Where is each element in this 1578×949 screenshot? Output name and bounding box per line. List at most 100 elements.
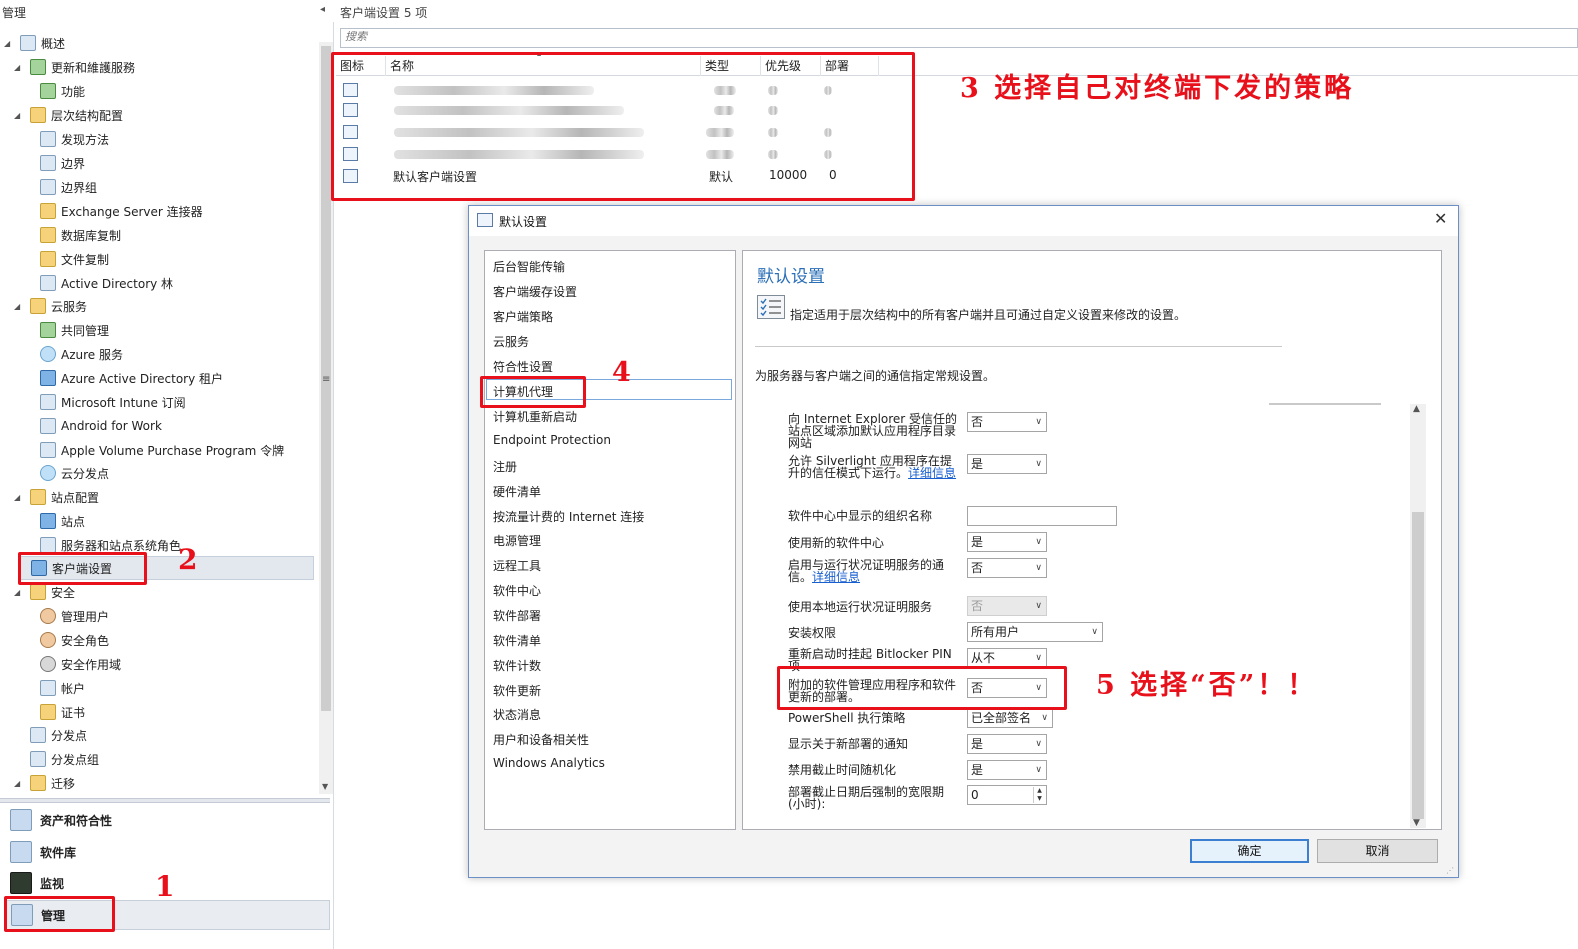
tree-item-co-management[interactable]: 共同管理 (40, 319, 109, 341)
collapse-arrow-icon[interactable]: ◢ (14, 63, 24, 72)
tree-item-apple-vpp-tokens[interactable]: Apple Volume Purchase Program 令牌 (40, 439, 284, 461)
collapse-arrow-icon[interactable]: ◢ (14, 588, 24, 597)
tree-item-accounts[interactable]: 帐户 (40, 677, 85, 699)
workspace-software-library[interactable]: 软件库 (6, 837, 330, 867)
ok-button[interactable]: 确定 (1190, 839, 1309, 863)
tree-item-features[interactable]: 功能 (40, 80, 85, 102)
category-bits[interactable]: 后台智能传输 (493, 258, 565, 275)
tree-item-hierarchy-config[interactable]: ◢ 层次结构配置 (14, 104, 123, 126)
tree-item-servicing[interactable]: ◢ 更新和維護服務 (14, 56, 135, 78)
tree-label: 文件复制 (61, 252, 110, 267)
category-software-inventory[interactable]: 软件清单 (493, 632, 541, 649)
dropdown-value: 否 (971, 415, 984, 429)
monitoring-icon (10, 872, 32, 894)
collapse-arrow-icon[interactable]: ◢ (14, 111, 24, 120)
category-software-updates[interactable]: 软件更新 (493, 682, 541, 699)
details-link[interactable]: 详细信息 (908, 466, 956, 480)
deadline-randomization-dropdown[interactable]: 是 ∨ (967, 760, 1047, 780)
folder-icon (30, 107, 46, 123)
tree-item-file-replication[interactable]: 文件复制 (40, 248, 109, 270)
collapse-pane-icon[interactable]: ◂ (320, 4, 325, 15)
tree-item-sites[interactable]: 站点 (40, 510, 85, 532)
settings-scrollbar-thumb[interactable] (1412, 512, 1424, 819)
collapse-arrow-icon[interactable]: ◢ (14, 302, 24, 311)
tree-item-boundaries[interactable]: 边界 (40, 152, 85, 174)
cancel-button[interactable]: 取消 (1317, 839, 1438, 863)
collapse-arrow-icon[interactable]: ◢ (14, 779, 24, 788)
scroll-down-icon[interactable]: ▼ (1413, 818, 1420, 828)
tree-item-boundary-groups[interactable]: 边界组 (40, 176, 97, 198)
category-enrollment[interactable]: 注册 (493, 458, 517, 475)
workspace-divider[interactable] (0, 798, 330, 803)
tree-item-cloud-distribution-points[interactable]: 云分发点 (40, 462, 109, 484)
category-power-management[interactable]: 电源管理 (493, 532, 541, 549)
details-link[interactable]: 详细信息 (812, 570, 860, 584)
spinner-arrows-icon[interactable]: ▲ ▼ (1033, 787, 1045, 803)
list-title: 客户端设置 5 项 (340, 6, 428, 20)
scroll-up-icon[interactable]: ▲ (1413, 404, 1420, 414)
tree-item-site-config[interactable]: ◢ 站点配置 (14, 486, 99, 508)
category-software-metering[interactable]: 软件计数 (493, 657, 541, 674)
workspace-assets-compliance[interactable]: 资产和符合性 (6, 805, 330, 835)
ie-trusted-sites-dropdown[interactable]: 否 ∨ (967, 412, 1047, 432)
silverlight-dropdown[interactable]: 是 ∨ (967, 454, 1047, 474)
search-input[interactable] (345, 31, 645, 43)
new-deployment-notification-dropdown[interactable]: 是 ∨ (967, 734, 1047, 754)
scope-icon (40, 656, 56, 672)
tree-item-security-roles[interactable]: 安全角色 (40, 629, 109, 651)
category-cloud-services[interactable]: 云服务 (493, 333, 529, 350)
tree-item-android-for-work[interactable]: Android for Work (40, 415, 162, 437)
tree-label: 共同管理 (61, 323, 110, 338)
category-metered-internet[interactable]: 按流量计费的 Internet 连接 (493, 508, 644, 525)
tree-item-exchange-connector[interactable]: Exchange Server 连接器 (40, 200, 203, 222)
install-permissions-dropdown[interactable]: 所有用户 ∨ (967, 622, 1103, 642)
tree-item-ad-forests[interactable]: Active Directory 林 (40, 272, 173, 294)
category-client-policy[interactable]: 客户端策略 (493, 308, 553, 325)
tree-item-overview[interactable]: ◢ 概述 (4, 32, 65, 54)
category-user-device-affinity[interactable]: 用户和设备相关性 (493, 731, 589, 748)
setting-label-grace-period: 部署截止日期后强制的宽限期(小时): (788, 785, 945, 811)
tree-label: 安全角色 (61, 633, 110, 648)
setting-label-new-software-center: 使用新的软件中心 (788, 536, 885, 550)
category-compliance[interactable]: 符合性设置 (493, 358, 553, 375)
category-state-messages[interactable]: 状态消息 (493, 706, 541, 723)
tree-item-admin-users[interactable]: 管理用户 (40, 605, 109, 627)
category-windows-analytics[interactable]: Windows Analytics (493, 756, 605, 770)
tree-item-migration[interactable]: ◢ 迁移 (14, 772, 75, 794)
powershell-policy-dropdown[interactable]: 已全部签名 ∨ (967, 708, 1053, 728)
resize-grip-icon[interactable]: ⋰ (1446, 866, 1454, 875)
tree-item-cloud-services[interactable]: ◢ 云服务 (14, 295, 87, 317)
org-name-input[interactable] (967, 506, 1117, 526)
divider (755, 346, 1282, 347)
category-client-cache[interactable]: 客户端缓存设置 (493, 283, 577, 300)
tree-item-azure-ad-tenants[interactable]: Azure Active Directory 租户 (40, 367, 223, 389)
category-software-deployment[interactable]: 软件部署 (493, 607, 541, 624)
new-software-center-dropdown[interactable]: 是 ∨ (967, 532, 1047, 552)
category-hardware-inventory[interactable]: 硬件清单 (493, 483, 541, 500)
scroll-down-icon[interactable]: ▼ (322, 782, 328, 791)
setting-label-local-health-attestation: 使用本地运行状况证明服务 (788, 600, 933, 614)
category-computer-restart[interactable]: 计算机重新启动 (493, 408, 577, 425)
tree-item-database-replication[interactable]: 数据库复制 (40, 224, 121, 246)
health-attestation-dropdown[interactable]: 否 ∨ (967, 558, 1047, 578)
tree-item-distribution-points[interactable]: 分发点 (30, 724, 87, 746)
category-endpoint-protection[interactable]: Endpoint Protection (493, 433, 611, 447)
bitlocker-pin-dropdown[interactable]: 从不 ∨ (967, 648, 1047, 668)
close-icon[interactable]: ✕ (1434, 209, 1447, 228)
tree-item-discovery-methods[interactable]: 发现方法 (40, 128, 109, 150)
search-box[interactable] (340, 28, 1578, 48)
splitter-grip-icon[interactable]: ≡ (322, 374, 330, 385)
tree-item-certificates[interactable]: 证书 (40, 701, 85, 723)
spinner-value: 0 (971, 788, 979, 802)
dialog-titlebar[interactable] (469, 206, 1458, 236)
collapse-arrow-icon[interactable]: ◢ (14, 493, 24, 502)
grace-period-spinner[interactable]: 0 ▲ ▼ (967, 785, 1047, 805)
category-remote-tools[interactable]: 远程工具 (493, 557, 541, 574)
tree-item-distribution-point-groups[interactable]: 分发点组 (30, 748, 99, 770)
category-software-center[interactable]: 软件中心 (493, 582, 541, 599)
tree-item-intune-subscriptions[interactable]: Microsoft Intune 订阅 (40, 391, 186, 413)
chevron-down-icon: ∨ (1035, 417, 1042, 427)
collapse-arrow-icon[interactable]: ◢ (4, 39, 14, 48)
tree-item-security-scopes[interactable]: 安全作用域 (40, 653, 121, 675)
tree-item-azure-services[interactable]: Azure 服务 (40, 343, 123, 365)
